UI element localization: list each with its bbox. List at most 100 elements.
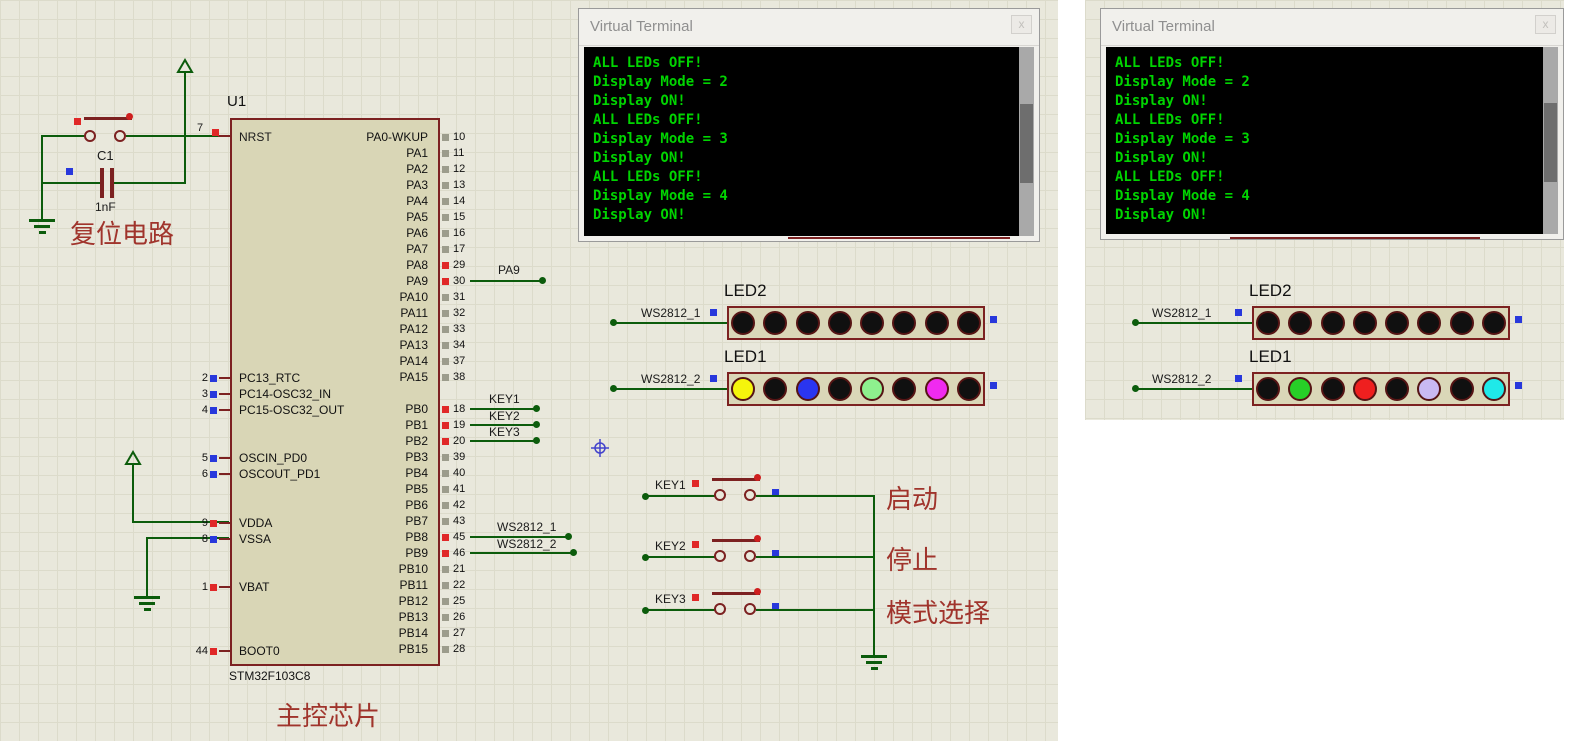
chip-pin-row: PB339 <box>230 449 520 465</box>
chip-pin-row: PA4 14 <box>230 193 520 209</box>
pin-number: 31 <box>453 291 465 303</box>
ground-symbol <box>29 212 55 234</box>
pin-stub <box>219 409 230 411</box>
pin-number: 8 <box>188 533 208 545</box>
net-label: PA9 <box>498 263 520 277</box>
key-button[interactable] <box>710 588 768 626</box>
pin-name: PA4 <box>230 194 434 208</box>
net-label: WS2812_2 <box>1152 372 1211 386</box>
wire <box>756 609 874 611</box>
window-titlebar[interactable]: Virtual Terminal <box>1101 9 1563 46</box>
pin-state-indicator <box>210 536 217 543</box>
ws2812-led-strip[interactable] <box>1252 372 1510 406</box>
close-button[interactable]: x <box>1535 15 1556 34</box>
led <box>1256 377 1280 401</box>
chip-pin-row: PA0-WKUP10 <box>230 129 520 145</box>
led <box>957 311 981 335</box>
pin-name: PA2 <box>230 162 434 176</box>
led-strip-title: LED2 <box>1249 281 1292 301</box>
capacitor-value: 1nF <box>95 200 116 214</box>
chip-pin-row: PB642 <box>230 497 520 513</box>
pin-state-indicator <box>210 375 217 382</box>
pin-number: 17 <box>453 243 465 255</box>
pin-state-indicator <box>442 550 449 557</box>
scrollbar[interactable] <box>1019 47 1034 236</box>
pin-number: 34 <box>453 339 465 351</box>
pin-state-indicator <box>210 407 217 414</box>
window-titlebar[interactable]: Virtual Terminal <box>579 9 1039 46</box>
chip-pin-row: PA1538 <box>230 369 520 385</box>
button-actuator <box>712 539 760 542</box>
state-indicator <box>74 118 81 125</box>
chip-pin-row: PA1233 <box>230 321 520 337</box>
led <box>763 377 787 401</box>
state-indicator <box>1235 375 1242 382</box>
pin-name: PA1 <box>230 146 434 160</box>
terminal-output: ALL LEDs OFF! Display Mode = 2 Display O… <box>584 47 1019 236</box>
wire <box>114 182 186 184</box>
led <box>925 377 949 401</box>
ws2812-led-strip[interactable] <box>727 372 985 406</box>
pin-stub <box>219 457 230 459</box>
pin-number: 9 <box>188 517 208 529</box>
chip-pin-row: PA717 <box>230 241 520 257</box>
terminal-line: Display ON! <box>1115 206 1534 225</box>
wire <box>42 182 100 184</box>
terminal-line: Display ON! <box>593 206 1010 225</box>
pin-name: PA10 <box>230 290 434 304</box>
chip-pin-row: PB743 <box>230 513 520 529</box>
key-button[interactable] <box>710 535 768 573</box>
power-flag-icon <box>124 450 142 486</box>
pin-name: PA13 <box>230 338 434 352</box>
pin-number: 14 <box>453 195 465 207</box>
scrollbar-thumb[interactable] <box>1544 103 1557 182</box>
led <box>860 377 884 401</box>
pin-number: 5 <box>188 452 208 464</box>
pin-name: PB8 <box>230 530 434 544</box>
wire <box>613 388 727 390</box>
terminal-line: Display Mode = 3 <box>593 130 1010 149</box>
pin-state-indicator <box>442 374 449 381</box>
net-label: KEY1 <box>655 478 686 492</box>
wire <box>41 135 43 212</box>
pin-stub <box>219 377 230 379</box>
led <box>796 311 820 335</box>
chip-pin-row: PA10 31 <box>230 289 520 305</box>
chip-pin-row: 3PC14-OSC32_IN <box>188 387 331 401</box>
pin-state-indicator <box>442 454 449 461</box>
button-terminal <box>744 489 756 501</box>
net-label: WS2812_2 <box>641 372 700 386</box>
pin-state-indicator <box>442 422 449 429</box>
ws2812-led-strip[interactable] <box>727 306 985 340</box>
pin-name: PA11 <box>230 306 434 320</box>
state-indicator <box>990 316 997 323</box>
scrollbar-thumb[interactable] <box>1020 104 1033 183</box>
terminal-line: Display Mode = 4 <box>1115 187 1534 206</box>
key-function-annotation: 停止 <box>886 540 938 577</box>
pin-name: PB7 <box>230 514 434 528</box>
pin-name: PB5 <box>230 482 434 496</box>
close-button[interactable]: x <box>1011 15 1032 34</box>
state-indicator <box>1515 316 1522 323</box>
net-label: KEY2 <box>655 539 686 553</box>
net-label: WS2812_1 <box>497 520 556 534</box>
pin-name: PB14 <box>230 626 434 640</box>
led <box>1353 311 1377 335</box>
chip-part-number: STM32F103C8 <box>229 669 310 683</box>
scrollbar[interactable] <box>1543 47 1558 234</box>
chip-pin-row: PA515 <box>230 209 520 225</box>
state-indicator <box>66 168 73 175</box>
net-label: KEY2 <box>489 409 520 423</box>
capacitor[interactable] <box>100 168 104 198</box>
pin-number: 19 <box>453 419 465 431</box>
wire <box>756 556 874 558</box>
led <box>731 377 755 401</box>
ws2812-led-strip[interactable] <box>1252 306 1510 340</box>
key-row: KEY2 停止 <box>640 539 1070 579</box>
reset-button[interactable] <box>82 109 140 145</box>
led <box>1256 311 1280 335</box>
key-button[interactable] <box>710 474 768 512</box>
pin-state-indicator <box>442 486 449 493</box>
power-flag-icon <box>176 58 194 94</box>
net-label: KEY3 <box>489 425 520 439</box>
